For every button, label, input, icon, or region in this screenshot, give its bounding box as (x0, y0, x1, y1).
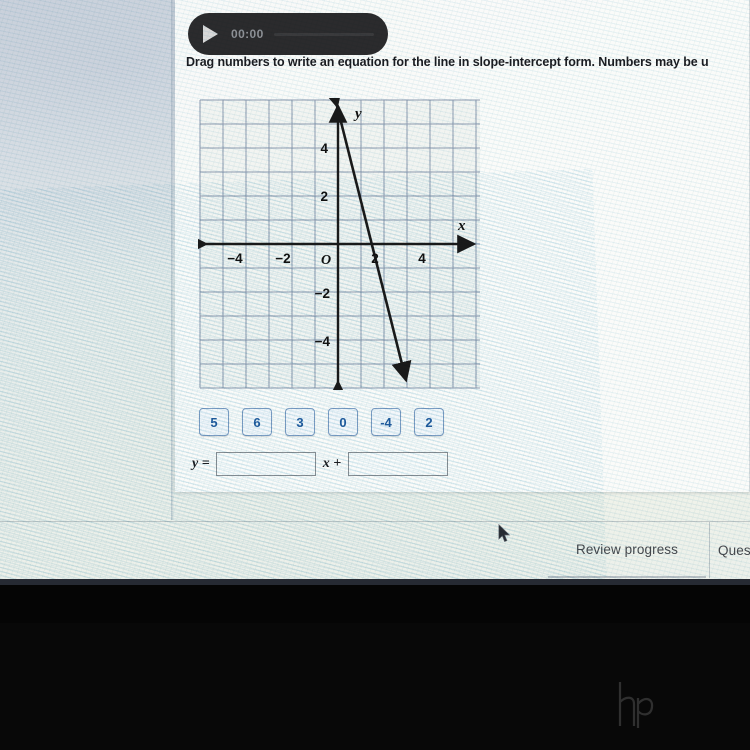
number-tile[interactable]: -4 (371, 408, 401, 436)
youtube-icon[interactable] (705, 584, 738, 585)
answer-equation-row: y = x + (192, 452, 449, 476)
footer-bar: Review progress Questi (0, 522, 750, 578)
hp-logo-icon (618, 682, 654, 728)
intercept-drop-target[interactable] (348, 452, 449, 476)
x-tick-2: 2 (371, 251, 379, 266)
number-tile[interactable]: 2 (414, 408, 444, 436)
y-tick--2: −2 (315, 286, 330, 301)
taskbar: Pearson Realize (0, 579, 750, 585)
laptop-bezel (0, 623, 750, 750)
browser-gutter-edge (171, 0, 174, 520)
x-axis-label: x (457, 218, 466, 234)
audio-time-label: 00:00 (231, 27, 264, 41)
number-tile[interactable]: 3 (285, 408, 315, 436)
x-tick--4: −4 (227, 251, 243, 266)
y-tick-2: 2 (320, 189, 328, 204)
chrome-icon[interactable] (489, 584, 522, 585)
origin-label: O (321, 253, 331, 268)
google-docs-icon[interactable] (651, 584, 684, 585)
play-icon[interactable] (203, 25, 218, 43)
y-axis-label: y (353, 106, 362, 122)
slope-drop-target[interactable] (215, 452, 316, 476)
graph-svg: y x −4 −2 O 2 4 4 2 −2 −4 (198, 98, 480, 390)
x-tick--2: −2 (275, 251, 290, 266)
number-tile-tray: 5 6 3 0 -4 2 (199, 408, 444, 436)
y-tick-4: 4 (320, 141, 328, 156)
coordinate-graph: y x −4 −2 O 2 4 4 2 −2 −4 (198, 98, 482, 390)
equation-middle-label: x + (322, 456, 342, 471)
question-card: 00:00 Drag numbers to write an equation … (175, 0, 750, 492)
x-tick-4: 4 (418, 251, 426, 266)
screenshot-root: 00:00 Drag numbers to write an equation … (0, 0, 750, 750)
pearson-realize-icon[interactable]: Pearson Realize (543, 584, 576, 585)
laptop-screen: 00:00 Drag numbers to write an equation … (0, 0, 750, 585)
number-tile[interactable]: 5 (199, 408, 229, 436)
equation-lhs-label: y = (192, 456, 210, 471)
audio-player[interactable]: 00:00 (188, 13, 388, 55)
question-prompt: Drag numbers to write an equation for th… (186, 55, 709, 69)
mouse-cursor (498, 524, 511, 542)
taskbar-icon-group: Pearson Realize (489, 584, 738, 585)
y-tick--4: −4 (315, 334, 331, 349)
question-button[interactable]: Questi (709, 522, 750, 578)
number-tile[interactable]: 6 (242, 408, 272, 436)
review-progress-button[interactable]: Review progress (548, 522, 706, 578)
gmail-icon[interactable] (597, 584, 630, 585)
audio-progress-track[interactable] (273, 32, 374, 36)
number-tile[interactable]: 0 (328, 408, 358, 436)
